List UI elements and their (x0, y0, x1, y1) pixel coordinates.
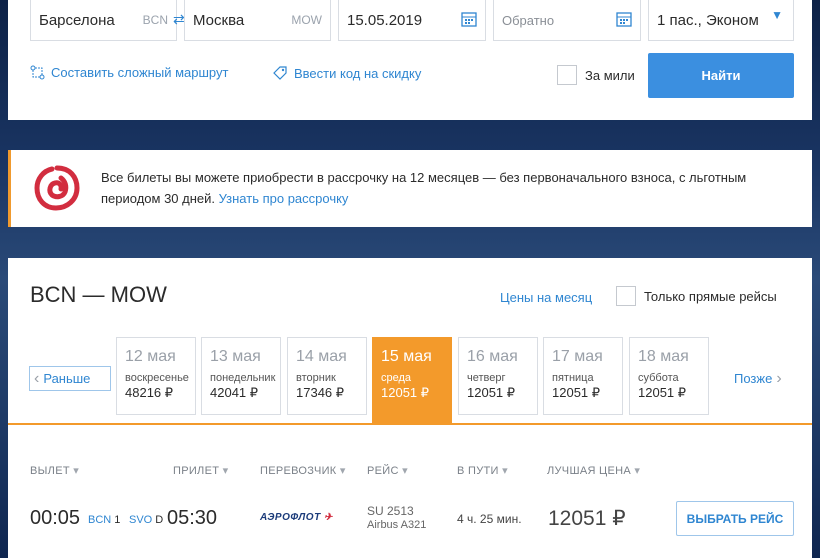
promo-text: Все билеты вы можете приобрести в рассро… (101, 167, 781, 209)
departure-time: 00:05 (30, 507, 81, 529)
tag-icon (273, 66, 287, 80)
earlier-label: Раньше (43, 371, 91, 386)
day-option[interactable]: 16 мая четверг 12051 ₽ (458, 337, 538, 415)
day-price: 12051 ₽ (381, 385, 430, 400)
day-date: 16 мая (467, 348, 518, 365)
day-date: 17 мая (552, 348, 603, 365)
aircraft-type: Airbus A321 (367, 519, 427, 531)
day-option-selected[interactable]: 15 мая среда 12051 ₽ (372, 337, 452, 423)
column-duration[interactable]: В ПУТИ (457, 464, 508, 477)
day-price: 48216 ₽ (125, 385, 174, 400)
day-date: 18 мая (638, 348, 689, 365)
passengers-value: 1 пас., Эконом (657, 11, 759, 29)
airline-name: АЭРОФЛОТ (260, 512, 321, 523)
departure-date: 15.05.2019 (347, 11, 423, 29)
arrival-airport: SVO D (129, 514, 163, 526)
discount-code-label: Ввести код на скидку (294, 65, 422, 81)
month-prices-link[interactable]: Цены на месяц (500, 290, 592, 305)
day-price: 12051 ₽ (467, 385, 516, 400)
installment-promo: Все билеты вы можете приобрести в рассро… (8, 150, 812, 227)
day-weekday: среда (381, 372, 412, 384)
miles-checkbox[interactable] (557, 65, 577, 85)
search-panel: Барселона BCN ⇄ Москва MOW 15.05.2019 Об… (8, 0, 812, 120)
miles-label: За мили (585, 67, 635, 83)
wings-icon: ✈ (323, 512, 333, 523)
find-button[interactable]: Найти (648, 53, 794, 98)
day-date: 15 мая (381, 348, 432, 365)
complex-route-link[interactable]: Составить сложный маршрут (30, 65, 228, 80)
to-code: MOW (291, 13, 322, 27)
day-weekday: вторник (296, 372, 336, 384)
passengers-select[interactable]: 1 пас., Эконом ▼ (648, 0, 794, 41)
chevron-down-icon: ▼ (771, 8, 783, 22)
day-option[interactable]: 13 мая понедельник 42041 ₽ (201, 337, 281, 415)
column-flight[interactable]: РЕЙС (367, 464, 408, 477)
calendar-icon (461, 12, 477, 27)
later-label: Позже (734, 371, 773, 386)
swap-icon[interactable]: ⇄ (173, 11, 185, 28)
direct-only-option[interactable]: Только прямые рейсы (616, 286, 777, 306)
day-weekday: четверг (467, 372, 506, 384)
from-code: BCN (142, 13, 168, 27)
from-field[interactable]: Барселона BCN (30, 0, 177, 41)
to-city: Москва (193, 11, 245, 29)
day-weekday: суббота (638, 372, 679, 384)
to-field[interactable]: Москва MOW (184, 0, 331, 41)
promo-message: Все билеты вы можете приобрести в рассро… (101, 170, 747, 206)
select-flight-button[interactable]: ВЫБРАТЬ РЕЙС (676, 501, 794, 536)
column-best-price[interactable]: ЛУЧШАЯ ЦЕНА (547, 464, 640, 477)
chevron-right-icon: › (776, 369, 782, 387)
route-title: BCN — MOW (30, 282, 167, 307)
route-icon (30, 65, 45, 80)
calendar-icon (616, 12, 632, 27)
flight-duration: 4 ч. 25 мин. (457, 512, 522, 526)
day-price: 12051 ₽ (552, 385, 601, 400)
column-departure[interactable]: ВЫЛЕТ (30, 464, 79, 477)
return-date-field[interactable]: Обратно (493, 0, 641, 41)
from-city: Барселона (39, 11, 115, 29)
direct-only-checkbox[interactable] (616, 286, 636, 306)
departure-airport-code: BCN (88, 514, 112, 526)
day-price: 12051 ₽ (638, 385, 687, 400)
column-carrier[interactable]: ПЕРЕВОЗЧИК (260, 464, 346, 477)
departure-date-field[interactable]: 15.05.2019 (338, 0, 486, 41)
day-weekday: воскресенье (125, 372, 189, 384)
day-price: 17346 ₽ (296, 385, 345, 400)
complex-route-label: Составить сложный маршрут (51, 65, 229, 80)
day-weekday: пятница (552, 372, 594, 384)
results-panel: BCN — MOW Цены на месяц Только прямые ре… (8, 258, 812, 558)
orange-divider (8, 423, 812, 425)
airline-logo: АЭРОФЛОТ ✈ (260, 512, 333, 523)
day-option[interactable]: 14 мая вторник 17346 ₽ (287, 337, 367, 415)
flight-number: SU 2513 (367, 504, 414, 518)
arrival-airport-code: SVO (129, 514, 153, 526)
discount-code-link[interactable]: Ввести код на скидку (272, 65, 421, 81)
return-placeholder: Обратно (502, 12, 555, 28)
departure-airport: BCN 1 (88, 514, 120, 526)
day-option[interactable]: 18 мая суббота 12051 ₽ (629, 337, 709, 415)
day-option[interactable]: 12 мая воскресенье 48216 ₽ (116, 337, 196, 415)
direct-only-label: Только прямые рейсы (644, 288, 777, 304)
day-date: 13 мая (210, 348, 261, 365)
day-date: 14 мая (296, 348, 347, 365)
day-date: 12 мая (125, 348, 176, 365)
day-price: 42041 ₽ (210, 385, 259, 400)
chevron-left-icon: ‹ (34, 369, 40, 387)
day-option[interactable]: 17 мая пятница 12051 ₽ (543, 337, 623, 415)
column-arrival[interactable]: ПРИЛЕТ (173, 464, 228, 477)
installment-logo-icon (34, 165, 80, 211)
miles-option[interactable]: За мили (557, 65, 635, 85)
flight-price: 12051 ₽ (548, 507, 626, 530)
day-weekday: понедельник (210, 372, 276, 384)
arrival-time: 05:30 (167, 507, 218, 529)
installment-link[interactable]: Узнать про рассрочку (219, 191, 349, 206)
earlier-button[interactable]: ‹ Раньше (29, 366, 111, 391)
departure-terminal: 1 (114, 514, 121, 526)
later-button[interactable]: Позже › (734, 366, 782, 391)
arrival-terminal: D (155, 514, 164, 526)
